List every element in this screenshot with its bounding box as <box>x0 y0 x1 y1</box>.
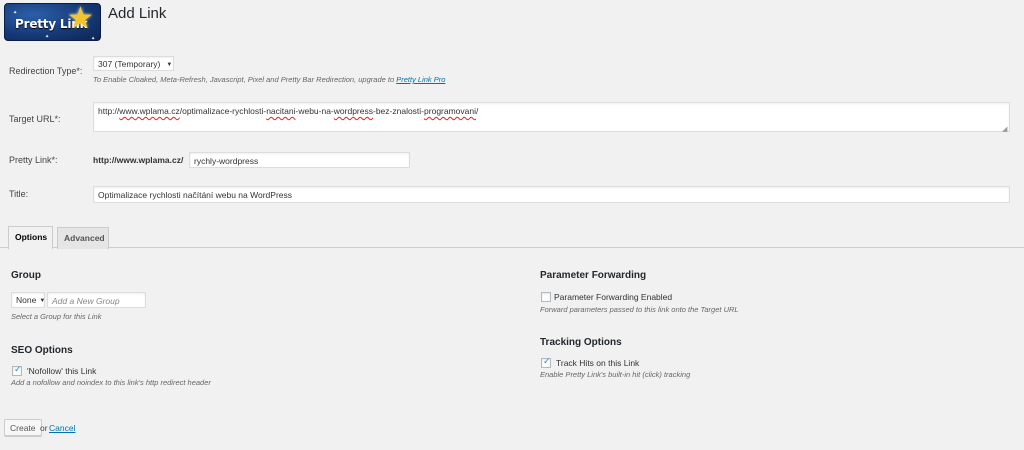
pretty-link-pro-link[interactable]: Pretty Link Pro <box>396 75 445 84</box>
pretty-link-label: Pretty Link*: <box>9 155 58 165</box>
url-part: nacitani <box>266 106 296 116</box>
parameter-forwarding-heading: Parameter Forwarding <box>540 270 647 281</box>
checkmark-icon: ✓ <box>14 364 22 374</box>
url-part: / <box>476 106 479 116</box>
star-icon: ★ <box>67 3 94 35</box>
tracking-options-heading: Tracking Options <box>540 337 622 348</box>
checkmark-icon: ✓ <box>543 356 551 366</box>
target-url-textarea[interactable]: http://www.wplama.cz/optimalizace-rychlo… <box>93 102 1010 132</box>
seo-options-heading: SEO Options <box>11 345 73 356</box>
group-select-value: None <box>16 295 37 305</box>
group-heading: Group <box>11 270 41 281</box>
track-hits-checkbox[interactable]: ✓ <box>541 356 551 368</box>
pretty-link-logo: Pretty Link ★ ✦ ✦ ✦ <box>4 3 101 41</box>
title-input[interactable]: Optimalizace rychlosti načítání webu na … <box>93 186 1010 203</box>
seo-hint: Add a nofollow and noindex to this link'… <box>11 378 211 387</box>
sparkle-icon: ✦ <box>91 36 96 41</box>
url-part: -webu-na- <box>295 106 334 116</box>
cancel-link[interactable]: Cancel <box>49 423 75 433</box>
url-part: -bez-znalosti- <box>373 106 425 116</box>
chevron-down-icon: ▼ <box>39 297 46 304</box>
parameter-forwarding-hint: Forward parameters passed to this link o… <box>540 305 739 314</box>
tab-advanced[interactable]: Advanced <box>57 227 109 249</box>
redirection-type-select[interactable]: 307 (Temporary) ▼ <box>93 56 174 71</box>
parameter-forwarding-label: Parameter Forwarding Enabled <box>554 292 673 302</box>
pretty-link-slug-input[interactable]: rychly-wordpress <box>189 152 410 168</box>
sparkle-icon: ✦ <box>13 10 18 16</box>
url-part: /optimalizace-rychlosti- <box>179 106 267 116</box>
url-part: www.wplama.cz <box>119 106 180 116</box>
create-button[interactable]: Create <box>4 419 42 436</box>
redirection-hint-text: To Enable Cloaked, Meta-Refresh, Javascr… <box>93 75 395 84</box>
nofollow-checkbox[interactable]: ✓ <box>12 364 22 376</box>
or-text: or <box>40 423 48 433</box>
track-hits-label: Track Hits on this Link <box>556 358 640 368</box>
resize-handle-icon[interactable]: ◢ <box>1002 125 1007 133</box>
parameter-forwarding-checkbox[interactable] <box>541 292 551 302</box>
tracking-hint: Enable Pretty Link's built-in hit (click… <box>540 370 691 379</box>
chevron-down-icon: ▼ <box>166 61 173 68</box>
title-label: Title: <box>9 189 29 199</box>
url-part: programovani <box>424 106 477 116</box>
redirection-type-value: 307 (Temporary) <box>98 59 161 69</box>
redirection-type-label: Redirection Type*: <box>9 66 83 76</box>
group-select[interactable]: None ▼ <box>11 292 45 308</box>
group-hint: Select a Group for this Link <box>11 312 102 321</box>
sparkle-icon: ✦ <box>45 34 50 40</box>
url-part: wordpress <box>333 106 373 116</box>
pretty-link-base-url: http://www.wplama.cz/ <box>93 155 184 165</box>
tabs-divider <box>0 247 1024 248</box>
redirection-type-hint: To Enable Cloaked, Meta-Refresh, Javascr… <box>93 75 445 84</box>
tab-options[interactable]: Options <box>8 226 53 249</box>
nofollow-label: 'Nofollow' this Link <box>27 366 97 376</box>
target-url-label: Target URL*: <box>9 114 61 124</box>
page-title: Add Link <box>108 5 167 22</box>
new-group-input[interactable]: Add a New Group <box>47 292 146 308</box>
url-part: http:// <box>98 106 120 116</box>
